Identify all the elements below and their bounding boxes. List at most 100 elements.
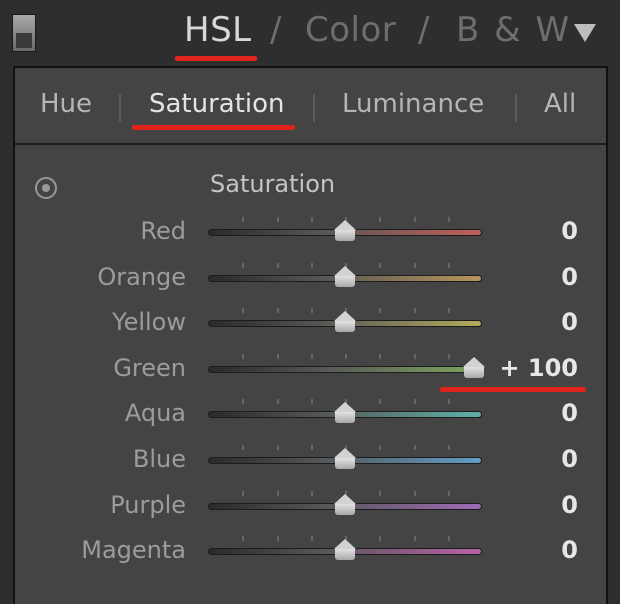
slider-value[interactable]: 0: [561, 263, 578, 291]
slider-tick: [242, 399, 245, 405]
slider-tick: [413, 353, 416, 359]
slider-label: Blue: [132, 445, 186, 473]
slider-value[interactable]: 0: [561, 217, 578, 245]
slider-label: Orange: [97, 262, 186, 291]
slider-tick: [242, 490, 245, 496]
slider-thumb[interactable]: [334, 311, 356, 335]
slider-value[interactable]: 0: [561, 399, 578, 427]
slider-tick: [413, 262, 416, 268]
slider-tick: [413, 490, 416, 496]
slider-red[interactable]: [208, 217, 482, 261]
collapse-triangle-icon[interactable]: [574, 24, 596, 42]
header-separator: /: [270, 10, 282, 50]
slider-thumb[interactable]: [334, 539, 356, 563]
slider-tick: [379, 399, 382, 405]
slider-tick: [413, 445, 416, 450]
section-title: Saturation: [210, 170, 336, 198]
tab-bw[interactable]: B & W: [456, 10, 571, 50]
panel-toggle-icon[interactable]: [12, 14, 36, 52]
slider-tick: [447, 536, 450, 542]
slider-row-orange: Orange 0: [0, 262, 620, 307]
slider-tick: [379, 262, 382, 268]
subtab-separator: [119, 94, 121, 122]
slider-value[interactable]: 0: [561, 308, 578, 336]
slider-tick: [242, 217, 245, 222]
slider-label: Yellow: [112, 308, 186, 337]
subtab-hue[interactable]: Hue: [40, 89, 92, 119]
slider-label: Magenta: [81, 536, 186, 565]
tab-hsl[interactable]: HSL: [184, 10, 252, 50]
slider-label: Red: [140, 217, 186, 245]
slider-tick: [379, 353, 382, 359]
slider-row-aqua: Aqua 0: [0, 399, 620, 443]
slider-tick: [447, 262, 450, 268]
slider-row-red: Red 0: [0, 217, 620, 261]
slider-label: Green: [113, 353, 186, 382]
slider-tick: [242, 445, 245, 450]
slider-tick: [310, 308, 313, 314]
slider-tick: [379, 445, 382, 450]
tab-color[interactable]: Color: [305, 10, 396, 50]
slider-tick: [310, 262, 313, 268]
slider-purple[interactable]: [208, 490, 482, 535]
slider-tick: [379, 536, 382, 542]
annotation-underline-green-value: [440, 387, 586, 392]
slider-tick: [413, 308, 416, 314]
slider-row-yellow: Yellow 0: [0, 308, 620, 352]
slider-thumb[interactable]: [463, 356, 485, 381]
slider-orange[interactable]: [208, 262, 482, 307]
slider-tick: [276, 308, 279, 314]
slider-tick: [310, 536, 313, 542]
slider-tick: [242, 308, 245, 314]
slider-label: Aqua: [124, 399, 186, 428]
slider-tick: [447, 308, 450, 314]
slider-tick: [345, 353, 347, 359]
slider-tick: [276, 399, 279, 405]
slider-thumb[interactable]: [334, 493, 356, 518]
annotation-underline-saturation: [132, 125, 295, 130]
hsl-panel: HSL / Color / B & W Hue Saturation Lumin…: [0, 0, 620, 604]
slider-tick: [413, 399, 416, 405]
slider-row-blue: Blue 0: [0, 445, 620, 489]
target-adjustment-icon[interactable]: [35, 177, 57, 199]
slider-magenta[interactable]: [208, 536, 482, 580]
slider-tick: [379, 308, 382, 314]
slider-thumb[interactable]: [334, 265, 356, 290]
slider-thumb[interactable]: [334, 220, 356, 244]
slider-tick: [276, 353, 279, 359]
slider-value[interactable]: 0: [561, 491, 578, 519]
slider-tick: [413, 217, 416, 222]
tabs-divider: [15, 143, 606, 145]
slider-blue[interactable]: [208, 445, 482, 489]
slider-tick: [447, 399, 450, 405]
slider-tick: [310, 399, 313, 405]
slider-value[interactable]: 0: [561, 536, 578, 564]
subtab-saturation[interactable]: Saturation: [149, 89, 285, 119]
slider-tick: [276, 217, 279, 222]
slider-tick: [447, 217, 450, 222]
slider-label: Purple: [110, 490, 186, 519]
slider-yellow[interactable]: [208, 308, 482, 352]
subtab-luminance[interactable]: Luminance: [342, 89, 484, 119]
slider-tick: [242, 536, 245, 542]
slider-row-magenta: Magenta 0: [0, 536, 620, 580]
slider-row-purple: Purple 0: [0, 490, 620, 535]
slider-value[interactable]: 0: [561, 445, 578, 473]
slider-tick: [276, 536, 279, 542]
slider-track[interactable]: [208, 365, 482, 373]
slider-tick: [310, 353, 313, 359]
slider-value[interactable]: + 100: [499, 354, 578, 382]
slider-tick: [413, 536, 416, 542]
slider-tick: [447, 353, 450, 359]
slider-tick: [447, 490, 450, 496]
slider-tick: [276, 445, 279, 450]
annotation-underline-hsl: [175, 56, 257, 61]
slider-tick: [310, 445, 313, 450]
slider-tick: [379, 490, 382, 496]
slider-aqua[interactable]: [208, 399, 482, 443]
subtab-all[interactable]: All: [544, 89, 576, 119]
slider-tick: [447, 445, 450, 450]
slider-thumb[interactable]: [334, 448, 356, 472]
subtab-separator: [515, 94, 517, 122]
slider-thumb[interactable]: [334, 402, 356, 426]
